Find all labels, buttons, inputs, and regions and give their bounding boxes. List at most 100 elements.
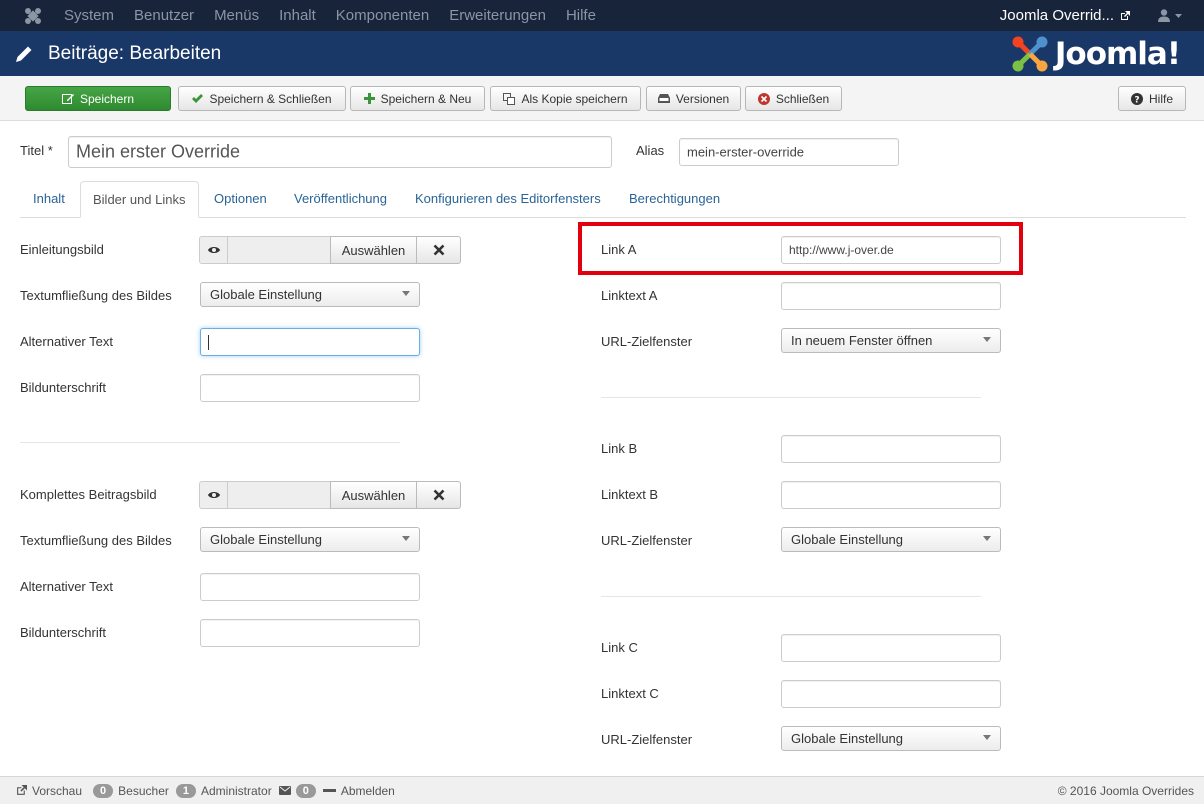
target-a-value: In neuem Fenster öffnen: [791, 333, 933, 348]
close-icon: [433, 489, 444, 501]
eye-icon: [207, 247, 220, 253]
tab-permissions[interactable]: Berechtigungen: [617, 181, 732, 218]
divider: [601, 596, 981, 597]
joomla-menu-icon[interactable]: [16, 0, 50, 31]
plus-icon: [363, 93, 375, 104]
intro-image-clear-button[interactable]: [417, 236, 461, 264]
close-button[interactable]: Schließen: [745, 86, 842, 111]
caret-down-icon: [1175, 13, 1182, 18]
user-icon: [1158, 9, 1170, 22]
title-value: Mein erster Override: [76, 141, 241, 162]
versions-label: Versionen: [675, 91, 730, 106]
intro-caption-label: Bildunterschrift: [20, 380, 106, 395]
pencil-icon: [16, 46, 32, 62]
caret-down-icon: [983, 536, 991, 541]
save-new-button[interactable]: Speichern & Neu: [350, 86, 485, 111]
full-float-select[interactable]: Globale Einstellung: [200, 527, 420, 552]
messages-status[interactable]: 0: [278, 783, 316, 798]
select-label: Auswählen: [341, 242, 406, 258]
close-icon: [433, 244, 444, 256]
link-c-label: Link C: [601, 640, 638, 655]
logout-label: Abmelden: [340, 783, 395, 798]
intro-caption-input[interactable]: [200, 374, 420, 402]
full-float-label: Textumfließung des Bildes: [20, 533, 172, 548]
nav-components[interactable]: Komponenten: [326, 0, 439, 31]
save-copy-label: Als Kopie speichern: [521, 91, 628, 106]
nav-extensions[interactable]: Erweiterungen: [439, 0, 556, 31]
target-b-label: URL-Zielfenster: [601, 533, 693, 548]
versions-button[interactable]: Versionen: [646, 86, 741, 111]
linktext-b-input[interactable]: [781, 481, 1001, 509]
link-b-input[interactable]: [781, 435, 1001, 463]
save-close-button[interactable]: Speichern & Schließen: [178, 86, 346, 111]
tab-bar: Inhalt Bilder und Links Optionen Veröffe…: [20, 181, 1186, 218]
link-b-label: Link B: [601, 441, 638, 456]
divider: [601, 397, 981, 398]
full-float-value: Globale Einstellung: [210, 532, 323, 547]
alias-label: Alias: [636, 143, 665, 158]
alias-input[interactable]: mein-erster-override: [679, 138, 899, 166]
help-label: Hilfe: [1148, 91, 1173, 106]
nav-content[interactable]: Inhalt: [269, 0, 326, 31]
tab-options[interactable]: Optionen: [202, 181, 279, 218]
intro-float-label: Textumfließung des Bildes: [20, 288, 172, 303]
link-a-input[interactable]: http://www.j-over.de: [781, 236, 1001, 264]
target-b-select[interactable]: Globale Einstellung: [781, 527, 1001, 552]
title-input[interactable]: Mein erster Override: [68, 136, 612, 168]
visitors-status: 0 Besucher: [93, 783, 169, 798]
link-c-input[interactable]: [781, 634, 1001, 662]
linktext-a-input[interactable]: [781, 282, 1001, 310]
visitors-label: Besucher: [118, 783, 169, 798]
intro-alt-input[interactable]: [200, 328, 420, 356]
full-alt-label: Alternativer Text: [20, 579, 113, 594]
linktext-a-label: Linktext A: [601, 288, 658, 303]
tab-editor-config[interactable]: Konfigurieren des Editorfensters: [403, 181, 613, 218]
external-link-icon: [1121, 10, 1130, 20]
page-title: Beiträge: Bearbeiten: [48, 42, 222, 64]
intro-image-label: Einleitungsbild: [20, 242, 104, 257]
intro-image-select-button[interactable]: Auswählen: [330, 236, 417, 264]
eye-icon: [207, 492, 220, 498]
toolbar: Speichern Speichern & Schließen Speicher…: [0, 76, 1204, 121]
preview-link[interactable]: Vorschau: [16, 784, 82, 798]
intro-float-select[interactable]: Globale Einstellung: [200, 282, 420, 307]
caret-down-icon: [402, 291, 410, 296]
messages-badge: 0: [295, 783, 316, 798]
target-a-select[interactable]: In neuem Fenster öffnen: [781, 328, 1001, 353]
full-image-clear-button[interactable]: [417, 481, 461, 509]
nav-help[interactable]: Hilfe: [556, 0, 606, 31]
nav-system[interactable]: System: [54, 0, 124, 31]
alias-value: mein-erster-override: [687, 144, 805, 160]
tab-content[interactable]: Inhalt: [21, 181, 77, 218]
save-copy-button[interactable]: Als Kopie speichern: [490, 86, 641, 111]
save-button[interactable]: Speichern: [25, 86, 171, 111]
full-caption-label: Bildunterschrift: [20, 625, 106, 640]
tab-images-links[interactable]: Bilder und Links: [80, 181, 199, 218]
preview-button[interactable]: [199, 236, 228, 264]
full-image-field: Auswählen: [199, 481, 461, 509]
tab-publishing[interactable]: Veröffentlichung: [282, 181, 399, 218]
nav-users[interactable]: Benutzer: [124, 0, 204, 31]
joomla-logo-icon: [1012, 36, 1048, 72]
link-a-value: http://www.j-over.de: [789, 243, 894, 257]
full-image-path[interactable]: [228, 481, 330, 509]
intro-image-field: Auswählen: [199, 236, 461, 264]
linktext-c-input[interactable]: [781, 680, 1001, 708]
admin-badge: 1: [175, 783, 196, 798]
full-image-select-button[interactable]: Auswählen: [330, 481, 417, 509]
select-label: Auswählen: [341, 487, 406, 503]
user-menu[interactable]: [1158, 9, 1182, 22]
logout-link[interactable]: Abmelden: [322, 783, 395, 798]
preview-button[interactable]: [199, 481, 228, 509]
nav-menus[interactable]: Menüs: [204, 0, 269, 31]
help-button[interactable]: ? Hilfe: [1118, 86, 1186, 111]
save-new-label: Speichern & Neu: [380, 91, 472, 106]
target-c-select[interactable]: Globale Einstellung: [781, 726, 1001, 751]
site-link[interactable]: Joomla Overrid...: [1000, 7, 1130, 24]
intro-image-path[interactable]: [228, 236, 330, 264]
admin-status: 1 Administrator: [175, 783, 272, 798]
full-alt-input[interactable]: [200, 573, 420, 601]
full-caption-input[interactable]: [200, 619, 420, 647]
admin-label: Administrator: [201, 783, 272, 798]
divider: [20, 442, 400, 443]
